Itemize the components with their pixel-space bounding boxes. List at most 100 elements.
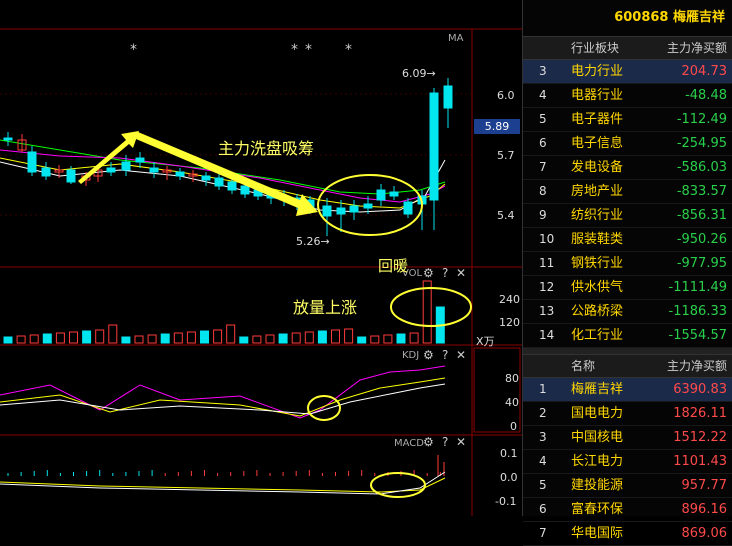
candle-body	[227, 181, 237, 191]
row-value: -1554.57	[668, 328, 727, 343]
row-name: 电子信息	[571, 136, 624, 151]
volume-bar	[173, 332, 183, 344]
row-number: 5	[539, 478, 547, 492]
volume-bar	[121, 336, 131, 344]
volume-bar	[29, 334, 39, 344]
help-icon[interactable]: ?	[442, 266, 448, 280]
row-number: 3	[539, 430, 547, 444]
vol-axis-label: 120	[499, 316, 520, 329]
row-value: -833.57	[676, 184, 727, 199]
candle-body	[403, 201, 413, 215]
row-number: 6	[539, 502, 547, 516]
gear-icon[interactable]: ⚙	[423, 266, 434, 280]
volume-bar	[200, 330, 209, 344]
price-axis-label: 5.4	[497, 209, 515, 222]
kdj-axis-label: 80	[505, 372, 519, 385]
close-icon[interactable]: ✕	[456, 435, 466, 449]
star-marker: *	[291, 42, 298, 58]
volume-bar	[42, 333, 52, 344]
industry-table: 3 电力行业 204.73 4 电器行业 -48.48 5 电子器件 -112.49 6 电子信息 -…	[523, 60, 732, 348]
row-name: 供水供气	[571, 280, 624, 295]
table-row[interactable]: 2 国电电力 1826.11	[523, 402, 732, 426]
row-number: 7	[539, 526, 547, 540]
row-value: -950.26	[676, 232, 727, 247]
table-row[interactable]: 14 化工行业 -1554.57	[523, 324, 732, 348]
header-industry[interactable]: 行业板块	[571, 37, 655, 59]
row-number: 6	[539, 136, 547, 150]
table-row[interactable]: 7 发电设备 -586.03	[523, 156, 732, 180]
table-row[interactable]: 6 富春环保 896.16	[523, 498, 732, 522]
row-value: 1101.43	[673, 454, 727, 469]
kdj-lines	[0, 365, 446, 419]
header-net-buy[interactable]: 主力净买额	[655, 37, 732, 59]
help-icon[interactable]: ?	[442, 348, 448, 362]
table-row[interactable]: 8 房地产业 -833.57	[523, 180, 732, 204]
header-net-buy[interactable]: 主力净买额	[655, 355, 732, 377]
volume-bar	[409, 332, 419, 344]
stock-table-header: 名称 主力净买额	[523, 355, 732, 378]
row-name: 长江电力	[571, 454, 624, 469]
row-number: 5	[539, 112, 547, 126]
table-row[interactable]: 13 公路桥梁 -1186.33	[523, 300, 732, 324]
candle-body	[336, 207, 346, 215]
row-value: 204.73	[681, 64, 728, 79]
gear-icon[interactable]: ⚙	[423, 348, 434, 362]
row-name: 房地产业	[571, 184, 624, 199]
help-icon[interactable]: ?	[442, 435, 448, 449]
close-icon[interactable]: ✕	[456, 348, 466, 362]
table-row[interactable]: 4 电器行业 -48.48	[523, 84, 732, 108]
table-row[interactable]: 3 电力行业 204.73	[523, 60, 732, 84]
row-number: 8	[539, 184, 547, 198]
volume-bar	[55, 332, 65, 344]
row-value: -856.31	[676, 208, 727, 223]
volume-bar	[317, 330, 327, 344]
star-marker: *	[130, 42, 137, 58]
volume-bar	[95, 329, 105, 344]
table-row[interactable]: 6 电子信息 -254.95	[523, 132, 732, 156]
row-number: 10	[539, 232, 555, 246]
candle-body	[41, 167, 51, 177]
right-panel: 600868 梅雁吉祥 行业板块 主力净买额 3 电力行业 204.73 4 电器行业 -…	[522, 0, 732, 546]
table-row[interactable]: 4 长江电力 1101.43	[523, 450, 732, 474]
annotation-pullback-text: 回暖	[378, 257, 409, 275]
vol-unit-label: X万	[476, 335, 495, 348]
row-value: 1512.22	[673, 430, 727, 445]
kline-chart-area[interactable]: MA * * * * 6.09→ 5.26→ 6.0 5.7 5.4 5.89 …	[0, 0, 522, 516]
table-row[interactable]: 9 纺织行业 -856.31	[523, 204, 732, 228]
stock-table: 1 梅雁吉祥 6390.83 2 国电电力 1826.11 3 中国核电 1512.22 4 长江电…	[523, 378, 732, 546]
table-row[interactable]: 1 梅雁吉祥 6390.83	[523, 378, 732, 402]
close-icon[interactable]: ✕	[456, 266, 466, 280]
row-number: 3	[539, 64, 547, 78]
volume-bar	[16, 335, 26, 344]
row-number: 1	[539, 382, 547, 396]
table-row[interactable]: 7 华电国际 869.06	[523, 522, 732, 546]
row-number: 11	[539, 256, 555, 270]
volume-bar	[265, 334, 275, 344]
table-row[interactable]: 5 建投能源 957.77	[523, 474, 732, 498]
table-row[interactable]: 5 电子器件 -112.49	[523, 108, 732, 132]
row-value: -1186.33	[668, 304, 727, 319]
volume-bar	[278, 333, 288, 344]
volume-bar	[160, 333, 170, 344]
table-row[interactable]: 12 供水供气 -1111.49	[523, 276, 732, 300]
row-name: 电力行业	[571, 64, 624, 79]
macd-axis-label: 0.1	[500, 447, 518, 460]
row-number: 13	[539, 304, 555, 318]
candle-body	[443, 85, 453, 109]
volume-bar	[422, 280, 432, 344]
row-number: 4	[539, 454, 547, 468]
vol-axis-label: 240	[499, 293, 520, 306]
annotation-volume-text: 放量上涨	[293, 298, 358, 317]
candle-body	[135, 157, 145, 163]
row-name: 电子器件	[571, 112, 624, 127]
row-value: -1111.49	[668, 280, 727, 295]
candle-body	[3, 137, 13, 141]
table-row[interactable]: 3 中国核电 1512.22	[523, 426, 732, 450]
macd-dea-line	[0, 477, 446, 493]
gear-icon[interactable]: ⚙	[423, 435, 434, 449]
candle-body	[214, 177, 224, 187]
star-marker: *	[305, 42, 312, 58]
header-name[interactable]: 名称	[571, 355, 655, 377]
table-row[interactable]: 11 钢铁行业 -977.95	[523, 252, 732, 276]
table-row[interactable]: 10 服装鞋类 -950.26	[523, 228, 732, 252]
